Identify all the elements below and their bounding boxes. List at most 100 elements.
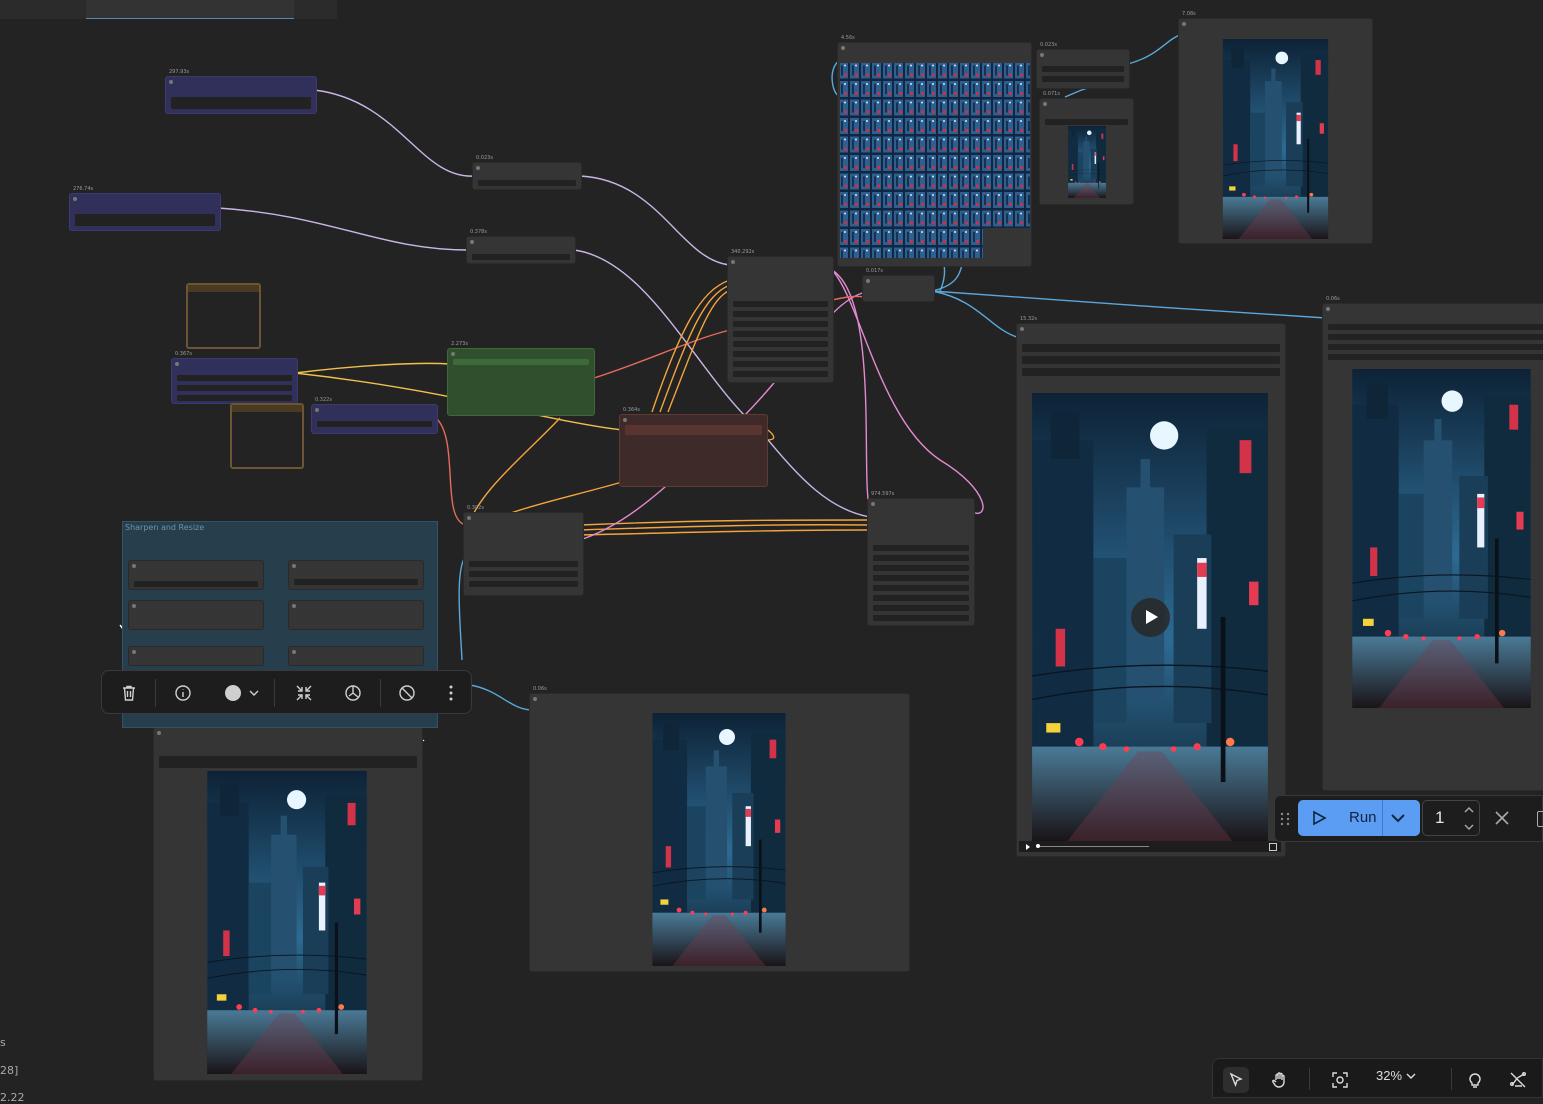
link [217, 207, 469, 251]
node-row [294, 579, 418, 585]
mute-icon[interactable] [395, 681, 419, 705]
progress-knob[interactable] [1036, 844, 1040, 848]
node-row [177, 375, 292, 381]
conditioning-node[interactable]: 340.292s [727, 249, 834, 383]
node-dot [1020, 327, 1024, 331]
side-panel-text: s [0, 1036, 6, 1049]
panel-toggle-icon[interactable] [1537, 811, 1543, 827]
loader-node-2[interactable]: 0.322s [311, 397, 438, 434]
link [313, 89, 476, 177]
node-row [469, 561, 578, 567]
lightbulb-icon[interactable] [1462, 1067, 1488, 1093]
increment-icon[interactable] [1463, 806, 1475, 814]
node-title: 2.273s [451, 341, 468, 347]
node-row [1328, 334, 1543, 340]
node-row [733, 301, 828, 307]
node-title: 974.597s [871, 491, 895, 497]
encode-node-1[interactable]: 0.023s [472, 155, 582, 190]
note-node-2[interactable] [230, 403, 304, 469]
node-row [873, 545, 969, 551]
note-node-1[interactable] [186, 283, 261, 349]
collapse-icon[interactable] [292, 681, 316, 705]
toolbar-divider [155, 679, 156, 707]
link [579, 175, 731, 266]
select-pointer-icon[interactable] [1223, 1067, 1249, 1093]
node-title: 7.08s [1182, 11, 1196, 17]
node-dot [292, 650, 296, 654]
progress-track[interactable] [1037, 846, 1149, 847]
play-button[interactable] [1131, 598, 1170, 637]
play-small-icon[interactable] [1026, 844, 1030, 850]
image-preview-right [1351, 369, 1532, 708]
node-row [453, 359, 589, 365]
video-controls [1019, 841, 1281, 852]
trash-icon[interactable] [117, 681, 141, 705]
prompt-node-1[interactable]: 297.93s [165, 69, 317, 114]
decrement-icon[interactable] [1463, 823, 1475, 831]
link [469, 684, 534, 711]
batch-count-value[interactable]: 1 [1435, 808, 1444, 828]
close-icon[interactable] [1494, 810, 1510, 826]
node-dot [1182, 22, 1186, 26]
run-button[interactable]: Run [1298, 800, 1420, 836]
batch-count-stepper[interactable]: 1 [1422, 800, 1480, 836]
node-title: 0.364s [623, 407, 640, 413]
bypass-icon[interactable] [341, 681, 365, 705]
link [593, 329, 731, 379]
play-outline-icon [1313, 810, 1327, 826]
node-row [873, 595, 969, 601]
play-icon [1146, 610, 1158, 624]
link [579, 529, 871, 536]
link [294, 362, 451, 374]
node-row [873, 615, 969, 621]
sharpen-node-2[interactable] [288, 560, 424, 590]
resize-node-1[interactable] [128, 600, 264, 630]
zoom-dropdown[interactable]: 32% [1376, 1068, 1416, 1083]
chevron-down-icon [1406, 1073, 1416, 1079]
batch-preview-node[interactable]: 4.56s [837, 35, 1032, 267]
sampler-node[interactable]: 0.364s [619, 407, 768, 487]
hand-pan-icon[interactable] [1267, 1067, 1293, 1093]
node-title: 276.74s [73, 186, 94, 192]
node-row [1042, 76, 1124, 82]
drag-handle-icon[interactable] [1280, 811, 1290, 830]
node-row [733, 321, 828, 327]
node-title: 0.302s [467, 505, 484, 511]
group-title: Sharpen and Resize [125, 523, 205, 532]
node-title: 0.06s [533, 686, 547, 692]
color-picker-icon[interactable] [220, 681, 262, 705]
decode-node[interactable]: 974.597s [867, 491, 975, 626]
small-node[interactable]: 0.017s [862, 268, 935, 302]
info-icon[interactable] [171, 681, 195, 705]
prompt-node-2[interactable]: 276.74s [69, 186, 221, 231]
node-title: 0.367s [175, 351, 192, 357]
chevron-down-icon[interactable] [1390, 812, 1406, 824]
node-row [873, 555, 969, 561]
link-visibility-icon[interactable] [1505, 1067, 1531, 1093]
model-node[interactable]: 2.273s [447, 341, 595, 416]
node-row [171, 97, 311, 109]
node-title: 340.292s [731, 249, 755, 255]
vae-node[interactable]: 0.302s [463, 505, 584, 596]
node-dot [132, 650, 136, 654]
resize-node-2[interactable] [288, 600, 424, 630]
node-row [317, 421, 432, 427]
save-node-small[interactable]: 0.023s [1036, 42, 1130, 89]
fit-view-icon[interactable] [1327, 1067, 1353, 1093]
scale-node-2[interactable] [288, 646, 424, 666]
node-dot [169, 80, 173, 84]
toolbar-divider [380, 679, 381, 707]
fullscreen-icon[interactable] [1269, 843, 1277, 851]
loader-node-1[interactable]: 0.367s [171, 351, 298, 404]
encode-node-2[interactable]: 0.378s [466, 229, 576, 264]
node-graph-canvas[interactable]: 297.93s 276.74s 0.367s 0.322s 0.023s 0.3… [0, 0, 1543, 1104]
node-dot [292, 564, 296, 568]
more-icon[interactable] [439, 681, 463, 705]
node-dot [315, 408, 319, 412]
sharpen-node-1[interactable] [128, 560, 264, 590]
link [831, 269, 871, 511]
node-dot [451, 352, 455, 356]
scale-node-1[interactable] [128, 646, 264, 666]
image-preview-middle [651, 713, 787, 966]
image-preview-small [1067, 126, 1107, 198]
